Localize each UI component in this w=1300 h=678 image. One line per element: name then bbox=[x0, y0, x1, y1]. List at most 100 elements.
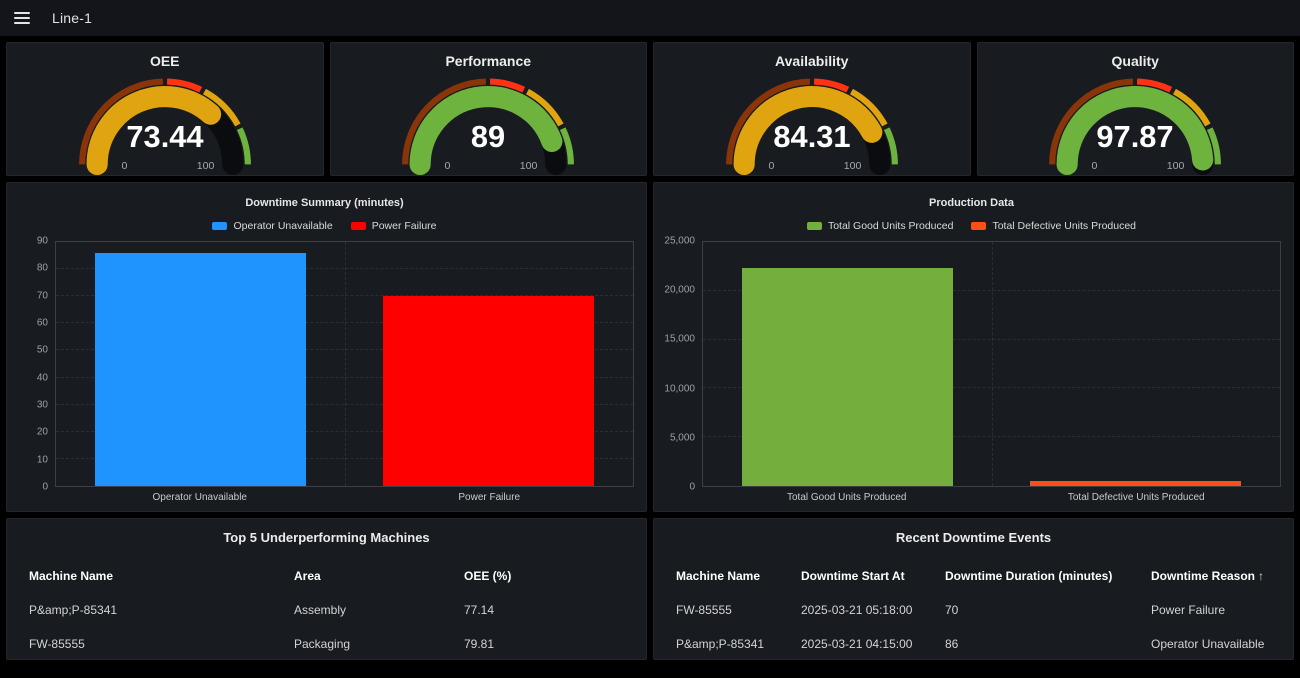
bar-operator-unavailable[interactable] bbox=[95, 253, 306, 486]
table-cell: 79.81 bbox=[442, 627, 646, 660]
bar-total-defective-units-produced[interactable] bbox=[1030, 481, 1241, 486]
y-axis-tick-label: 0 bbox=[42, 482, 48, 493]
gauge: 84.310100 bbox=[706, 71, 918, 175]
y-axis-tick-label: 10,000 bbox=[664, 383, 695, 394]
legend-swatch-icon bbox=[807, 222, 822, 230]
gauge-panel-performance: Performance890100 bbox=[330, 42, 648, 176]
legend-swatch-icon bbox=[212, 222, 227, 230]
table-panel-recent-downtime-events: Recent Downtime Events Machine Name Downti… bbox=[653, 518, 1294, 660]
y-axis-tick-label: 50 bbox=[37, 345, 48, 356]
column-header-downtime-start-at[interactable]: Downtime Start At bbox=[779, 559, 923, 593]
panel-title: Quality bbox=[1112, 53, 1159, 69]
top-nav: Line-1 bbox=[0, 0, 1300, 36]
y-axis: 0102030405060708090 bbox=[15, 241, 55, 487]
gauge-value: 97.87 bbox=[1097, 119, 1174, 154]
column-header-downtime-duration-minutes[interactable]: Downtime Duration (minutes) bbox=[923, 559, 1129, 593]
legend-label: Total Defective Units Produced bbox=[992, 220, 1136, 232]
y-axis-tick-label: 30 bbox=[37, 400, 48, 411]
legend-item-power-failure[interactable]: Power Failure bbox=[351, 220, 437, 232]
table-cell: 70 bbox=[923, 593, 1129, 627]
column-header-machine-name[interactable]: Machine Name bbox=[7, 559, 272, 593]
column-header-label: Machine Name bbox=[29, 569, 113, 583]
panel-title: Recent Downtime Events bbox=[654, 530, 1293, 545]
column-header-label: Downtime Reason bbox=[1151, 569, 1255, 583]
legend-label: Power Failure bbox=[372, 220, 437, 232]
x-axis-labels: Operator UnavailablePower Failure bbox=[55, 487, 634, 507]
column-header-downtime-reason[interactable]: Downtime Reason↑ bbox=[1129, 559, 1293, 593]
panel-title: Top 5 Underperforming Machines bbox=[7, 530, 646, 545]
plot-area bbox=[702, 241, 1281, 487]
chart-panel-downtime-summary-minutes: Downtime Summary (minutes) Operator Unava… bbox=[6, 182, 647, 512]
gridline-vertical bbox=[345, 242, 346, 486]
table-panel-top-5-underperforming-machines: Top 5 Underperforming Machines Machine Na… bbox=[6, 518, 647, 660]
column-header-label: Area bbox=[294, 569, 321, 583]
gauge-value: 84.31 bbox=[773, 119, 850, 154]
table-cell: Operator Unavailable bbox=[1129, 627, 1293, 660]
panel-title: Performance bbox=[445, 53, 531, 69]
gauge-min-label: 0 bbox=[121, 160, 127, 172]
x-axis-label: Power Failure bbox=[345, 492, 635, 503]
gauge-panel-oee: OEE73.440100 bbox=[6, 42, 324, 176]
x-axis-label: Total Good Units Produced bbox=[702, 492, 992, 503]
x-axis-label: Total Defective Units Produced bbox=[992, 492, 1282, 503]
gauge-min-label: 0 bbox=[445, 160, 451, 172]
y-axis-tick-label: 20 bbox=[37, 427, 48, 438]
gridline-vertical bbox=[992, 242, 993, 486]
dashboard-grid: OEE73.440100Performance890100Availabilit… bbox=[0, 36, 1300, 666]
bar-total-good-units-produced[interactable] bbox=[742, 268, 953, 486]
table-row: FW-85555Packaging79.81 bbox=[7, 627, 646, 660]
gauge-min-label: 0 bbox=[768, 160, 774, 172]
table-cell: 77.14 bbox=[442, 593, 646, 627]
table-cell: P&amp;P-85341 bbox=[654, 627, 779, 660]
column-header-label: Machine Name bbox=[676, 569, 760, 583]
y-axis-tick-label: 90 bbox=[37, 236, 48, 247]
table-cell: 2025-03-21 05:18:00 bbox=[779, 593, 923, 627]
y-axis-tick-label: 70 bbox=[37, 290, 48, 301]
table-header-row: Machine Name Downtime Start At Downtime Du… bbox=[654, 559, 1293, 593]
gauge-max-label: 100 bbox=[1167, 160, 1185, 172]
table-cell: P&amp;P-85341 bbox=[7, 593, 272, 627]
legend-item-total-defective-units-produced[interactable]: Total Defective Units Produced bbox=[971, 220, 1136, 232]
table-row: FW-855552025-03-21 05:18:0070Power Failu… bbox=[654, 593, 1293, 627]
chart-title: Downtime Summary (minutes) bbox=[15, 197, 634, 209]
y-axis-tick-label: 15,000 bbox=[664, 334, 695, 345]
y-axis-tick-label: 10 bbox=[37, 454, 48, 465]
panel-title: OEE bbox=[150, 53, 180, 69]
y-axis-tick-label: 25,000 bbox=[664, 236, 695, 247]
table-cell: 2025-03-21 04:15:00 bbox=[779, 627, 923, 660]
x-axis-labels: Total Good Units ProducedTotal Defective… bbox=[702, 487, 1281, 507]
y-axis-tick-label: 80 bbox=[37, 263, 48, 274]
chart-legend: Total Good Units Produced Total Defective… bbox=[662, 220, 1281, 232]
gauge-value: 73.44 bbox=[126, 119, 203, 154]
table-cell: Packaging bbox=[272, 627, 442, 660]
column-header-label: OEE (%) bbox=[464, 569, 511, 583]
gauge-value: 89 bbox=[471, 119, 505, 154]
column-header-area[interactable]: Area bbox=[272, 559, 442, 593]
column-header-oee[interactable]: OEE (%) bbox=[442, 559, 646, 593]
gauge: 97.870100 bbox=[1029, 71, 1241, 175]
gauge-panel-quality: Quality 97.870100 bbox=[977, 42, 1295, 176]
bar-power-failure[interactable] bbox=[383, 296, 594, 486]
sort-ascending-icon: ↑ bbox=[1258, 569, 1264, 583]
panel-title: Availability bbox=[775, 53, 848, 69]
legend-label: Total Good Units Produced bbox=[828, 220, 954, 232]
column-header-machine-name[interactable]: Machine Name bbox=[654, 559, 779, 593]
table-cell: 86 bbox=[923, 627, 1129, 660]
table-row: P&amp;P-85341Assembly77.14 bbox=[7, 593, 646, 627]
x-axis-label: Operator Unavailable bbox=[55, 492, 345, 503]
legend-item-total-good-units-produced[interactable]: Total Good Units Produced bbox=[807, 220, 954, 232]
hamburger-menu-icon[interactable] bbox=[8, 4, 36, 32]
column-header-label: Downtime Start At bbox=[801, 569, 905, 583]
legend-item-operator-unavailable[interactable]: Operator Unavailable bbox=[212, 220, 332, 232]
chart-body: 05,00010,00015,00020,00025,000 bbox=[662, 241, 1281, 487]
gauge: 73.440100 bbox=[59, 71, 271, 175]
table-cell: Power Failure bbox=[1129, 593, 1293, 627]
y-axis-tick-label: 0 bbox=[689, 482, 695, 493]
data-table: Machine Name Downtime Start At Downtime Du… bbox=[654, 559, 1293, 660]
table-cell: Assembly bbox=[272, 593, 442, 627]
gauge-panel-availability: Availability84.310100 bbox=[653, 42, 971, 176]
chart-body: 0102030405060708090 bbox=[15, 241, 634, 487]
gauge: 890100 bbox=[382, 71, 594, 175]
table-header-row: Machine Name Area OEE (%) bbox=[7, 559, 646, 593]
table-row: P&amp;P-853412025-03-21 04:15:0086Operat… bbox=[654, 627, 1293, 660]
